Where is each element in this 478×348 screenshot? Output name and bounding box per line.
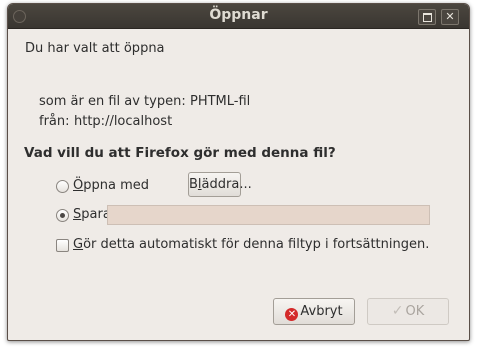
- file-type-label: som är en fil av typen:: [39, 94, 186, 109]
- title-bar: Öppnar ✕: [8, 4, 469, 29]
- open-with-label[interactable]: Öppna med: [73, 178, 149, 193]
- close-icon: ✕: [445, 10, 455, 23]
- close-button[interactable]: ✕: [441, 9, 459, 25]
- ok-button[interactable]: ✓ OK: [367, 298, 449, 325]
- auto-action-checkbox[interactable]: [56, 239, 69, 252]
- window-title: Öppnar: [209, 7, 268, 23]
- file-type-value: PHTML-fil: [190, 94, 251, 109]
- question-heading: Vad vill du att Firefox gör med denna fi…: [24, 145, 336, 161]
- intro-text: Du har valt att öppna: [25, 41, 165, 56]
- auto-action-label[interactable]: Gör detta automatiskt för denna filtyp i…: [73, 237, 429, 252]
- browse-button[interactable]: Bläddra...: [188, 172, 252, 197]
- source-value: http://localhost: [74, 114, 173, 129]
- cancel-icon: ✕: [285, 308, 299, 321]
- maximize-icon: [422, 13, 432, 22]
- source-label: från:: [39, 114, 70, 129]
- save-file-radio[interactable]: [56, 209, 69, 222]
- maximize-button[interactable]: [418, 9, 436, 25]
- open-with-radio[interactable]: [56, 180, 69, 193]
- dialog-window: Öppnar ✕ Du har valt att öppna som är en…: [7, 3, 470, 341]
- checkmark-icon: ✓: [391, 303, 404, 319]
- cancel-button[interactable]: ✕ Avbryt: [273, 298, 355, 325]
- save-file-highlight: [107, 205, 430, 225]
